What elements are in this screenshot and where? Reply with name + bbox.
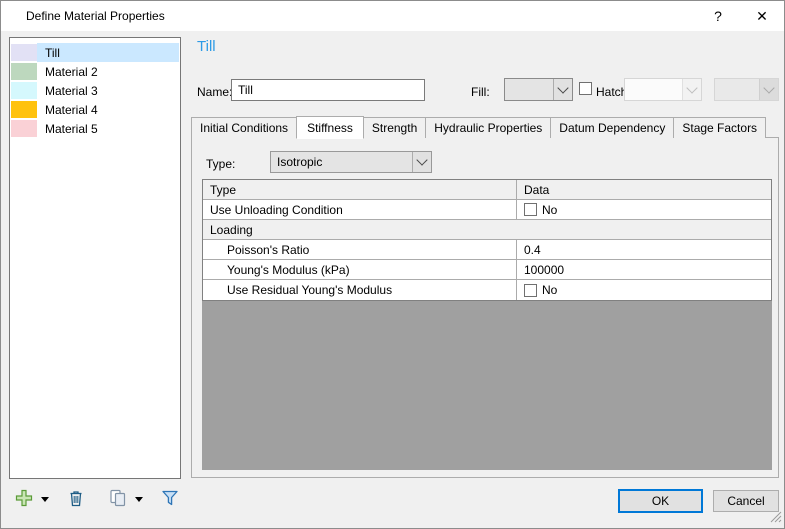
copy-pages-icon — [109, 489, 127, 510]
property-label: Use Unloading Condition — [203, 200, 517, 219]
material-name: Material 5 — [45, 121, 98, 136]
column-header-data: Data — [524, 182, 550, 197]
cancel-button[interactable]: Cancel — [713, 490, 779, 512]
property-tabs: Initial Conditions Stiffness Strength Hydra… — [191, 115, 767, 139]
selected-material-heading: Till — [197, 38, 216, 55]
material-color-swatch — [11, 120, 37, 137]
tab-stiffness[interactable]: Stiffness — [296, 116, 364, 139]
material-list-item[interactable]: Till — [11, 43, 179, 62]
material-color-swatch — [11, 44, 37, 61]
table-header-row: Type Data — [203, 180, 771, 200]
fill-color-swatch — [505, 79, 553, 100]
stiffness-type-value: Isotropic — [277, 155, 323, 169]
property-checkbox[interactable] — [524, 283, 537, 297]
property-label: Use Residual Young's Modulus — [203, 280, 517, 300]
titlebar-buttons: ? ✕ — [696, 1, 784, 31]
copy-material-button[interactable] — [109, 489, 143, 510]
trash-can-icon — [67, 489, 85, 510]
titlebar: Define Material Properties ? ✕ — [1, 1, 784, 31]
close-button[interactable]: ✕ — [740, 1, 784, 31]
stiffness-tab-page: Type: Isotropic Type Data Use Unloading … — [191, 137, 779, 478]
dialog-title: Define Material Properties — [26, 9, 165, 23]
add-material-button[interactable] — [15, 489, 49, 510]
green-plus-icon — [15, 489, 33, 510]
checkbox-value-label: No — [542, 202, 558, 217]
chevron-down-icon — [682, 79, 701, 100]
material-name: Material 2 — [45, 64, 98, 79]
stiffness-type-dropdown[interactable]: Isotropic — [270, 151, 432, 173]
material-list-item[interactable]: Material 4 — [11, 100, 179, 119]
filter-materials-button[interactable] — [161, 489, 179, 510]
fill-color-dropdown[interactable] — [504, 78, 573, 101]
table-category-row: Loading — [203, 220, 771, 240]
fill-label: Fill: — [471, 85, 490, 99]
property-checkbox[interactable] — [524, 203, 537, 216]
help-button[interactable]: ? — [696, 1, 740, 31]
tab-initial-conditions[interactable]: Initial Conditions — [191, 117, 298, 138]
chevron-down-icon — [759, 79, 778, 100]
name-label: Name: — [197, 85, 233, 99]
property-label: Young's Modulus (kPa) — [203, 260, 517, 279]
category-label: Loading — [210, 222, 253, 237]
tab-stage-factors[interactable]: Stage Factors — [673, 117, 767, 138]
chevron-down-icon[interactable] — [553, 79, 572, 100]
tab-datum-dependency[interactable]: Datum Dependency — [550, 117, 675, 138]
add-dropdown-arrow-icon[interactable] — [41, 496, 49, 502]
material-list[interactable]: Till Material 2 Material 3 Material 4 Ma… — [9, 37, 181, 479]
table-row[interactable]: Young's Modulus (kPa) 100000 — [203, 260, 771, 280]
chevron-down-icon[interactable] — [412, 152, 431, 172]
hatch-color-dropdown — [714, 78, 779, 101]
checkbox-value-label: No — [542, 283, 558, 297]
tab-strength[interactable]: Strength — [362, 117, 427, 138]
material-color-swatch — [11, 101, 37, 118]
property-label: Poisson's Ratio — [203, 240, 517, 259]
hatch-checkbox[interactable] — [579, 82, 592, 95]
column-header-type: Type — [203, 180, 517, 199]
copy-dropdown-arrow-icon[interactable] — [135, 496, 143, 502]
stiffness-properties-table: Type Data Use Unloading Condition No Loa… — [202, 179, 772, 301]
material-name: Material 4 — [45, 102, 98, 117]
ok-button[interactable]: OK — [618, 489, 703, 513]
material-list-item[interactable]: Material 3 — [11, 81, 179, 100]
material-list-item[interactable]: Material 5 — [11, 119, 179, 138]
table-row[interactable]: Use Residual Young's Modulus No — [203, 280, 771, 300]
property-value[interactable]: 100000 — [517, 260, 771, 279]
name-input[interactable] — [231, 79, 425, 101]
delete-material-button[interactable] — [67, 489, 85, 510]
filter-funnel-icon — [161, 489, 179, 510]
table-row[interactable]: Use Unloading Condition No — [203, 200, 771, 220]
material-name: Till — [37, 43, 179, 62]
define-material-properties-dialog: Define Material Properties ? ✕ Till Mate… — [0, 0, 785, 529]
material-list-toolbar — [15, 488, 179, 510]
hatch-pattern-dropdown — [624, 78, 702, 101]
table-empty-filler — [202, 301, 772, 470]
tab-hydraulic-properties[interactable]: Hydraulic Properties — [425, 117, 552, 138]
material-name: Material 3 — [45, 83, 98, 98]
type-label: Type: — [206, 157, 236, 171]
resize-grip[interactable] — [769, 510, 782, 526]
property-value[interactable]: 0.4 — [517, 240, 771, 259]
material-color-swatch — [11, 82, 37, 99]
material-color-swatch — [11, 63, 37, 80]
table-row[interactable]: Poisson's Ratio 0.4 — [203, 240, 771, 260]
material-list-item[interactable]: Material 2 — [11, 62, 179, 81]
